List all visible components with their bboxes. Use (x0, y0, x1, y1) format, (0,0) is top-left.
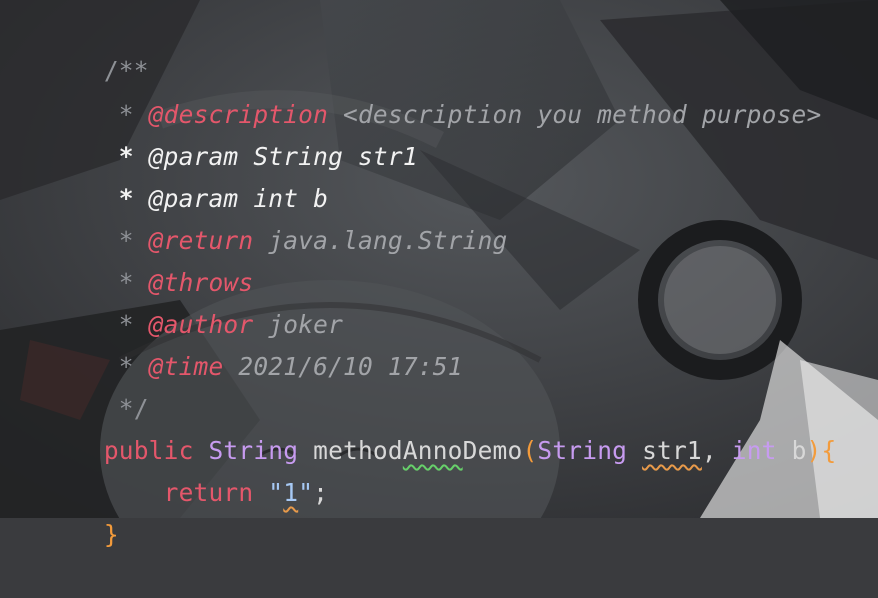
brace-close: } (103, 520, 119, 549)
method-name-suffix: Demo (462, 436, 523, 465)
param-name-b[interactable]: b (792, 436, 807, 465)
method-name[interactable]: methodAnnoDemomethodAnnoDemo (313, 436, 522, 465)
code-line-12: } (44, 472, 119, 549)
code-line-9: */ (44, 346, 149, 423)
code-line-5: * @return java.lang.String (44, 178, 508, 255)
code-line-3: * @param String str1 (44, 94, 418, 171)
javadoc-tag-time: @time (148, 352, 224, 381)
param-name-str1[interactable]: str1 (642, 436, 702, 465)
paren-close: ) (806, 436, 822, 465)
code-line-4: * @param int b (44, 136, 328, 213)
param-type-int: int (731, 436, 777, 465)
code-line-6: * @throws (44, 220, 253, 297)
code-line-2: * @description <description you method p… (44, 52, 821, 129)
string-literal-value: 1 (283, 478, 299, 507)
method-name-warning-segment: Anno (402, 436, 463, 465)
quote-close: " (298, 478, 314, 507)
paren-open: ( (522, 436, 538, 465)
keyword-return: return (163, 478, 254, 507)
string-literal[interactable]: "1" (268, 478, 313, 507)
code-line-7: * @author joker (44, 262, 343, 339)
javadoc-return-type: java.lang.String (253, 226, 508, 255)
code-line-11: return "1"; (44, 430, 328, 507)
quote-open: " (268, 478, 284, 507)
code-line-10: public String methodAnnoDemomethodAnnoDe… (44, 388, 836, 465)
param-type-string: String (537, 436, 628, 465)
semicolon: ; (313, 478, 329, 507)
code-line-8: * @time 2021/6/10 17:51 (44, 304, 463, 381)
brace-open: { (821, 436, 837, 465)
javadoc-time-value: 2021/6/10 17:51 (223, 352, 463, 381)
code-editor[interactable]: /** * @description <description you meth… (0, 0, 878, 549)
code-line-1: /** (44, 8, 149, 85)
param-comma: , (701, 436, 732, 465)
